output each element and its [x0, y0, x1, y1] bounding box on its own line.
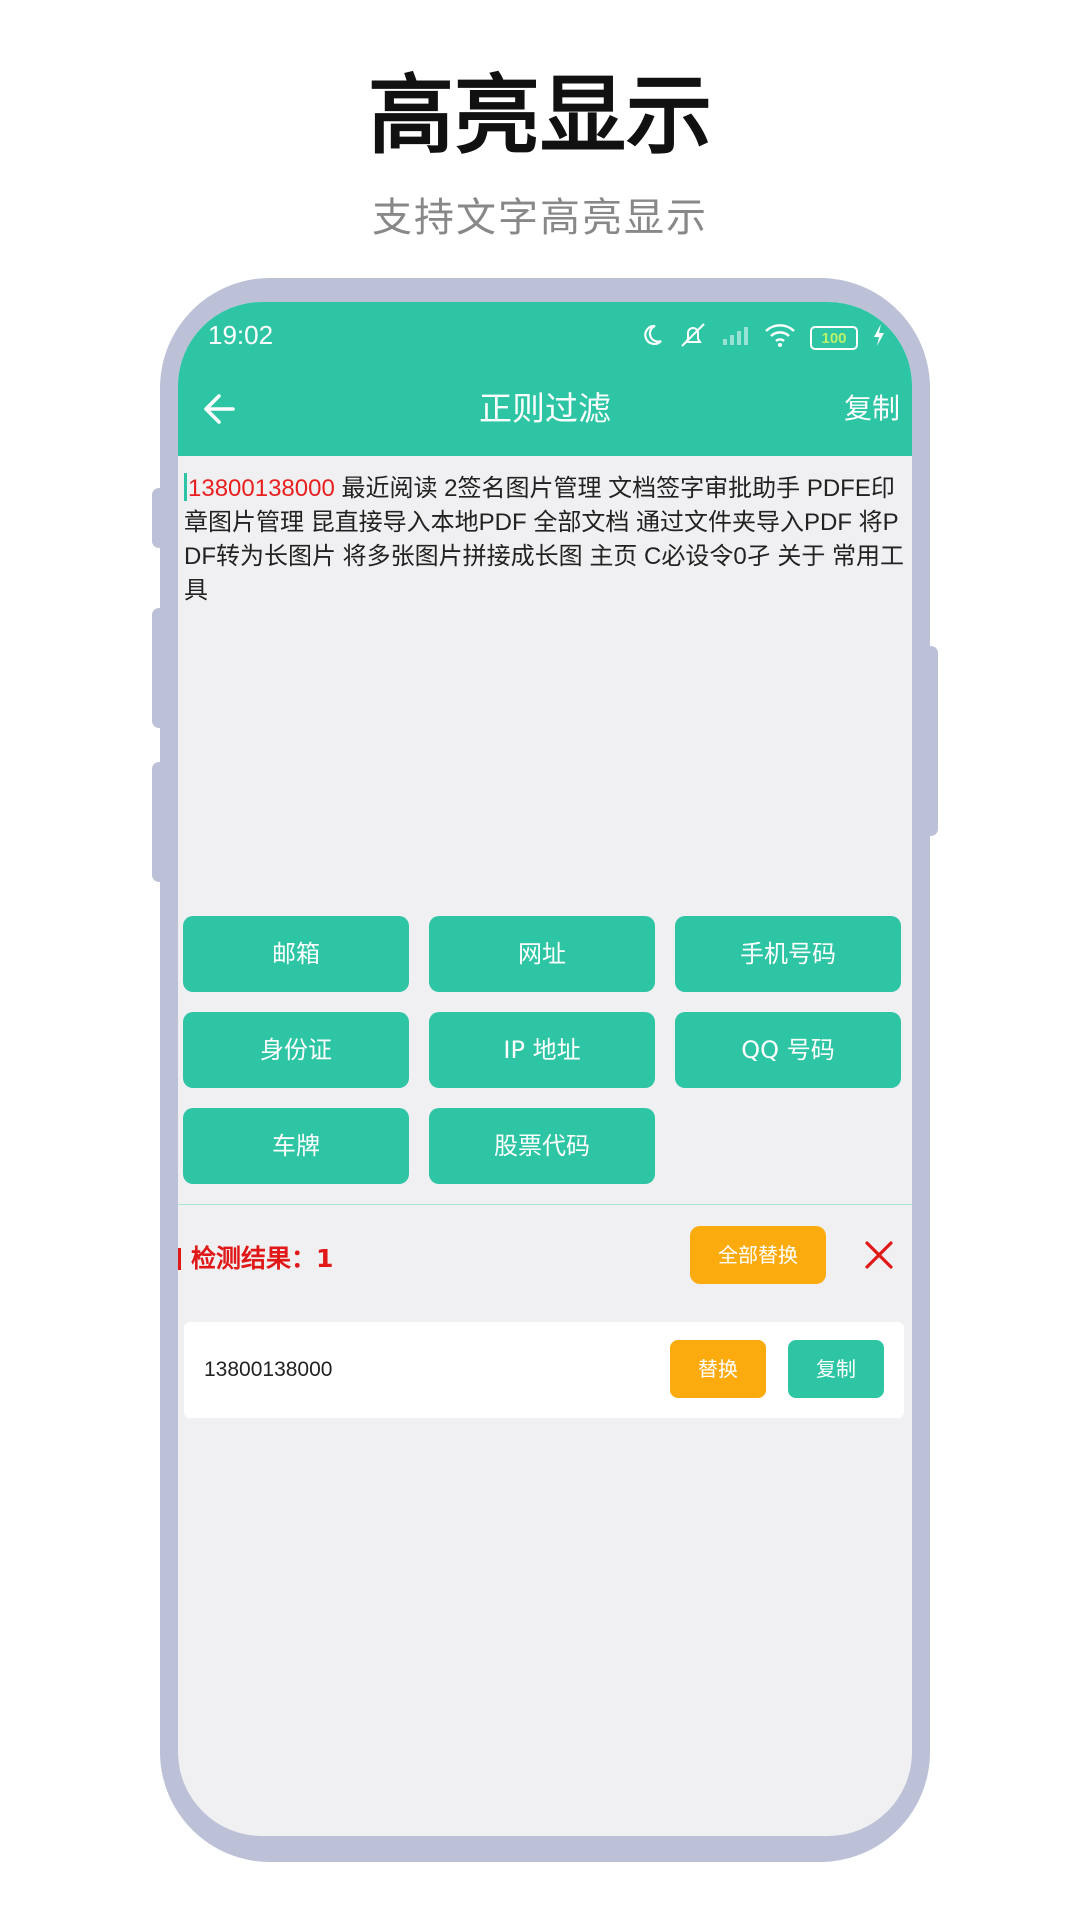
- filter-button-id-card[interactable]: 身份证: [183, 1012, 409, 1088]
- moon-icon: [640, 323, 664, 354]
- text-input[interactable]: 13800138000 最近阅读 2签名图片管理 文档签字审批助手 PDFE印章…: [184, 472, 904, 608]
- result-item: 13800138000 替换 复制: [184, 1322, 904, 1418]
- filter-button-url[interactable]: 网址: [429, 916, 655, 992]
- result-count-label: 检测结果：1: [191, 1244, 334, 1273]
- phone-side-button: [924, 646, 938, 836]
- charging-icon: [872, 323, 886, 354]
- divider: [178, 1204, 912, 1205]
- replace-all-button[interactable]: 全部替换: [690, 1226, 826, 1284]
- battery-icon: 100: [810, 326, 858, 350]
- status-icons: 100: [640, 322, 886, 354]
- filter-button-plate[interactable]: 车牌: [183, 1108, 409, 1184]
- page-title: 正则过滤: [479, 389, 611, 428]
- promo-subtitle: 支持文字高亮显示: [372, 195, 708, 241]
- alarm-off-icon: [678, 322, 708, 355]
- phone-side-button: [152, 488, 166, 548]
- text-caret: [184, 473, 187, 501]
- close-icon[interactable]: [854, 1226, 904, 1284]
- signal-icon: [722, 323, 750, 353]
- app-bar: 19:02 100 正则过滤 复制: [178, 302, 912, 456]
- filter-button-stock[interactable]: 股票代码: [429, 1108, 655, 1184]
- copy-button[interactable]: 复制: [844, 384, 900, 434]
- highlighted-match: 13800138000: [188, 475, 335, 502]
- status-time: 19:02: [208, 320, 274, 350]
- result-marker: [178, 1248, 181, 1270]
- copy-result-button[interactable]: 复制: [788, 1340, 884, 1398]
- filter-button-phone[interactable]: 手机号码: [675, 916, 901, 992]
- filter-button-email[interactable]: 邮箱: [183, 916, 409, 992]
- filter-button-ip[interactable]: IP 地址: [429, 1012, 655, 1088]
- phone-side-button: [152, 762, 166, 882]
- phone-screen: 19:02 100 正则过滤 复制 13800138000 最近阅读 2签名图片…: [178, 302, 912, 1836]
- replace-button[interactable]: 替换: [670, 1340, 766, 1398]
- promo-title: 高亮显示: [368, 66, 712, 166]
- wifi-icon: [764, 323, 796, 354]
- result-count: 检测结果：1: [178, 1234, 333, 1284]
- filter-button-qq[interactable]: QQ 号码: [675, 1012, 901, 1088]
- phone-side-button: [152, 608, 166, 728]
- result-item-value: 13800138000: [204, 1358, 333, 1381]
